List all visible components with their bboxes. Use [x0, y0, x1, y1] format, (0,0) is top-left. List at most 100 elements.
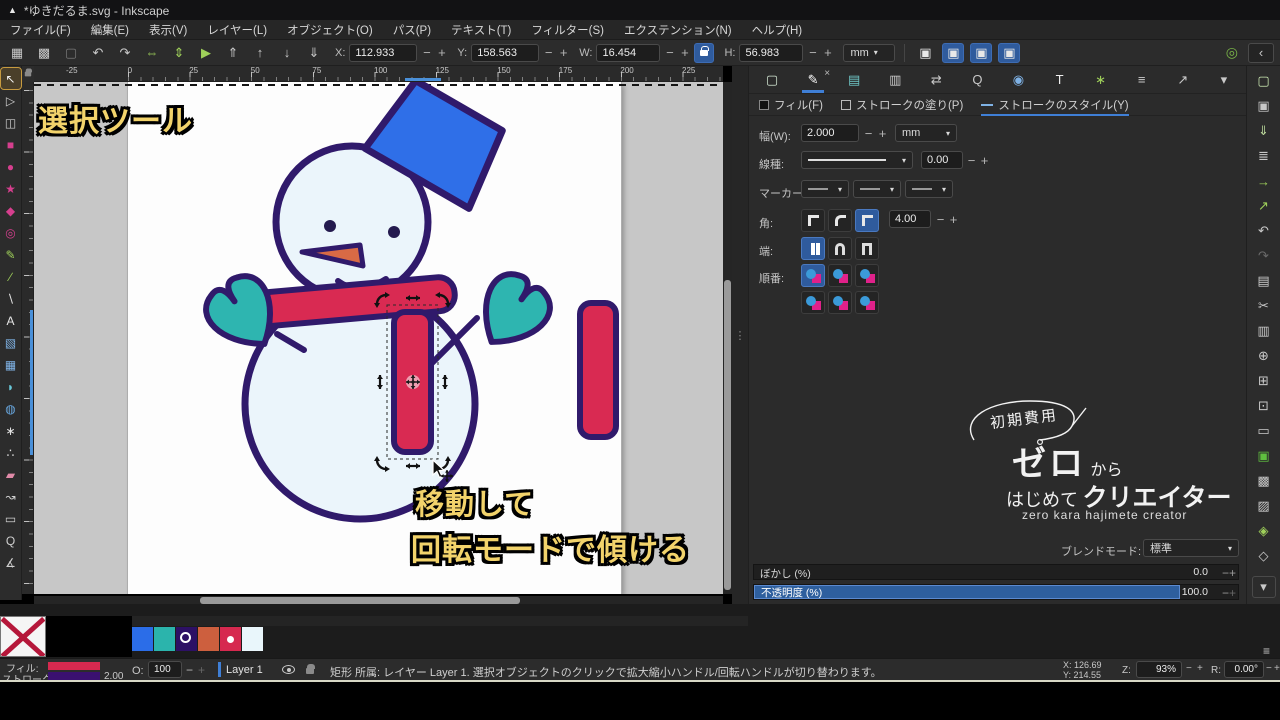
redo[interactable]: ↷	[1252, 245, 1276, 267]
vertical-scrollbar-thumb[interactable]	[724, 280, 731, 590]
width-plus[interactable]: +	[877, 126, 888, 141]
zoom-selection[interactable]: ⊡	[1252, 395, 1276, 417]
stroke-unit-dropdown[interactable]: mm▾	[895, 124, 957, 142]
deselect[interactable]: ▢	[60, 43, 82, 63]
miter-minus[interactable]: −	[935, 212, 946, 227]
dock-resize-handle[interactable]: ⋮	[732, 66, 748, 604]
commands-bar-more-button[interactable]: ▾	[1252, 576, 1276, 598]
paint-order-button-1[interactable]	[801, 264, 825, 287]
node-tool[interactable]: ▷	[1, 90, 21, 111]
tab-fill[interactable]: フィル(F)	[759, 94, 823, 116]
box3d-tool[interactable]: ◆	[1, 200, 21, 221]
menu-item-1[interactable]: 編集(E)	[91, 22, 129, 38]
flip-vertical[interactable]: ⇕	[168, 43, 190, 63]
zoom-drawing[interactable]: ⊕	[1252, 345, 1276, 367]
dialog-tab-align-distribute[interactable]: ≡	[1129, 68, 1155, 92]
swatch-black-2[interactable]	[89, 616, 132, 657]
swatch-orange[interactable]	[198, 627, 219, 651]
unit-dropdown[interactable]: mm▾	[843, 44, 895, 62]
zoom-input[interactable]: 93%	[1136, 661, 1182, 678]
save-document[interactable]: ⇓	[1252, 120, 1276, 142]
measure-tool[interactable]: ∡	[1, 552, 21, 573]
status-menu-icon[interactable]: ≡	[1263, 644, 1270, 658]
bezier-tool[interactable]: ∕	[1, 266, 21, 287]
cap-butt-button[interactable]	[801, 237, 825, 260]
object-opacity-input[interactable]: 100	[148, 661, 182, 678]
dialog-tab-more-dialogs[interactable]: ▾	[1211, 68, 1237, 92]
opacity-minus[interactable]: −	[186, 663, 193, 677]
scale-corners-toggle[interactable]: ▣	[942, 43, 964, 63]
rotation-plus[interactable]: +	[1274, 663, 1280, 674]
swatch-teal[interactable]	[154, 627, 175, 651]
raise-to-top[interactable]: ⇑	[222, 43, 244, 63]
object-to-path[interactable]: ▶	[195, 43, 217, 63]
paste[interactable]: ▥	[1252, 320, 1276, 342]
print[interactable]: ≣	[1252, 145, 1276, 167]
menu-item-8[interactable]: エクステンション(N)	[624, 22, 732, 38]
page-tool[interactable]: ▭	[1, 508, 21, 529]
snowman-left-eye[interactable]	[324, 220, 336, 232]
menu-item-2[interactable]: 表示(V)	[149, 22, 187, 38]
dash-plus[interactable]: +	[979, 153, 990, 168]
new-document[interactable]: ▢	[1252, 70, 1276, 92]
dialog-tab-document-properties[interactable]: ▢	[759, 68, 785, 92]
dialog-tab-fill-and-stroke[interactable]: ✎×	[800, 68, 826, 92]
star-tool[interactable]: ★	[1, 178, 21, 199]
dialog-tab-extensions[interactable]: ∗	[1088, 68, 1114, 92]
y-minus-button[interactable]: −	[543, 45, 554, 60]
dash-pattern-dropdown[interactable]: ▾	[801, 151, 913, 169]
dialog-tab-transform[interactable]: ⇄	[923, 68, 949, 92]
guide-lock-corner[interactable]	[22, 66, 34, 82]
zoom-plus[interactable]: +	[1197, 663, 1203, 674]
miter-limit-input[interactable]: 4.00	[889, 210, 931, 228]
cap-square-button[interactable]	[855, 237, 879, 260]
paint-order-button-6[interactable]	[855, 291, 879, 314]
pencil-tool[interactable]: ✎	[1, 244, 21, 265]
cap-round-button[interactable]	[828, 237, 852, 260]
mesh-gradient-tool[interactable]: ▦	[1, 354, 21, 375]
no-color-swatch[interactable]	[0, 616, 46, 657]
vertical-scrollbar[interactable]	[723, 82, 732, 594]
text-tool[interactable]: A	[1, 310, 21, 331]
ellipse-tool[interactable]: ●	[1, 156, 21, 177]
tweak-tool[interactable]: ∗	[1, 420, 21, 441]
scale-stroke-toggle[interactable]: ▣	[914, 43, 936, 63]
dialog-tab-layers[interactable]: ▤	[841, 68, 867, 92]
move-patterns-toggle[interactable]: ▣	[998, 43, 1020, 63]
menu-item-3[interactable]: レイヤー(L)	[207, 22, 267, 38]
stroke-width-input[interactable]: 2.000	[801, 124, 859, 142]
x-input[interactable]: 112.933	[349, 44, 417, 62]
palette-scrollbar[interactable]	[131, 616, 748, 626]
menu-item-5[interactable]: パス(P)	[393, 22, 431, 38]
dialog-tab-find-replace[interactable]: Q	[964, 68, 990, 92]
horizontal-ruler[interactable]: -250255075100125150175200225	[34, 66, 723, 82]
move-gradients-toggle[interactable]: ▣	[970, 43, 992, 63]
undo[interactable]: ↶	[1252, 220, 1276, 242]
lower-to-bottom[interactable]: ⇓	[303, 43, 325, 63]
calligraphy-tool[interactable]: ∖	[1, 288, 21, 309]
import[interactable]: →	[1252, 170, 1276, 192]
select-same[interactable]: ▩	[33, 43, 55, 63]
marker-end-dropdown[interactable]: ▾	[905, 180, 953, 198]
swatch-dark-purple[interactable]	[176, 627, 197, 651]
opacity-slider[interactable]: 不透明度 (%) 100.0 −+	[753, 584, 1239, 600]
snowman-right-mitten[interactable]	[466, 265, 559, 360]
join-bevel-button[interactable]	[801, 209, 825, 232]
snap-options[interactable]: ◇	[1252, 545, 1276, 567]
lower[interactable]: ↓	[276, 43, 298, 63]
h-plus-button[interactable]: +	[822, 45, 833, 60]
opacity-plus[interactable]: +	[1229, 586, 1236, 600]
fill-color-swatch[interactable]	[48, 662, 100, 670]
snap-icon[interactable]: ◎	[1226, 44, 1238, 61]
opacity-minus[interactable]: −	[1222, 586, 1229, 600]
spray-tool[interactable]: ∴	[1, 442, 21, 463]
eraser-tool[interactable]: ▰	[1, 464, 21, 485]
blur-plus[interactable]: +	[1229, 566, 1236, 580]
menu-item-9[interactable]: ヘルプ(H)	[752, 22, 802, 38]
open-document[interactable]: ▣	[1252, 95, 1276, 117]
marker-start-dropdown[interactable]: ▾	[801, 180, 849, 198]
export[interactable]: ↗	[1252, 195, 1276, 217]
raise[interactable]: ↑	[249, 43, 271, 63]
create-clone[interactable]: ▩	[1252, 470, 1276, 492]
stroke-color-swatch[interactable]	[48, 672, 100, 680]
